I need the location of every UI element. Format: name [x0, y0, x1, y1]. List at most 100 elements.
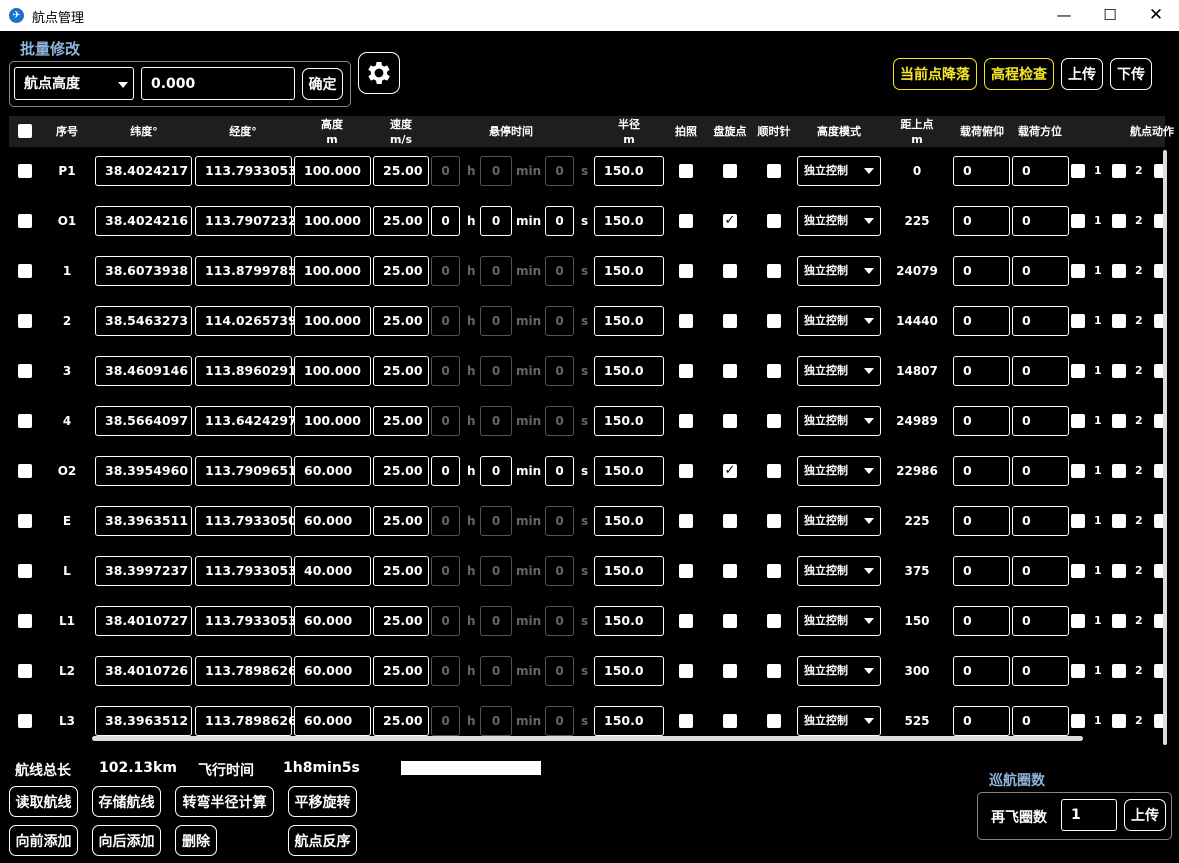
altitude-input[interactable]: 60.000	[294, 456, 371, 486]
payload-azimuth-input[interactable]: 0	[1012, 706, 1069, 736]
speed-input[interactable]: 25.00	[373, 456, 429, 486]
photo-checkbox[interactable]	[679, 664, 693, 678]
cruise-upload-button[interactable]: 上传	[1124, 799, 1166, 831]
speed-input[interactable]: 25.00	[373, 256, 429, 286]
action-1-checkbox[interactable]	[1071, 714, 1085, 728]
maximize-icon[interactable]: ☐	[1087, 0, 1133, 31]
photo-checkbox[interactable]	[679, 614, 693, 628]
latitude-input[interactable]: 38.4609146	[95, 356, 192, 386]
orbit-checkbox[interactable]: ✓	[723, 214, 737, 228]
radius-input[interactable]: 150.0	[594, 256, 664, 286]
clockwise-checkbox[interactable]	[767, 314, 781, 328]
payload-azimuth-input[interactable]: 0	[1012, 606, 1069, 636]
minimize-icon[interactable]: —	[1041, 0, 1087, 31]
hover-minutes-input[interactable]: 0	[480, 256, 512, 286]
radius-input[interactable]: 150.0	[594, 706, 664, 736]
radius-input[interactable]: 150.0	[594, 606, 664, 636]
action-2-checkbox[interactable]	[1112, 314, 1126, 328]
hover-minutes-input[interactable]: 0	[480, 356, 512, 386]
hover-hours-input[interactable]: 0	[431, 506, 460, 536]
longitude-input[interactable]: 113.7933053	[195, 606, 297, 636]
altitude-mode-select[interactable]: 独立控制	[797, 456, 881, 486]
clockwise-checkbox[interactable]	[767, 514, 781, 528]
hover-hours-input[interactable]: 0	[431, 206, 460, 236]
action-2-checkbox[interactable]	[1112, 564, 1126, 578]
payload-azimuth-input[interactable]: 0	[1012, 556, 1069, 586]
altitude-input[interactable]: 100.000	[294, 156, 371, 186]
photo-checkbox[interactable]	[679, 364, 693, 378]
radius-input[interactable]: 150.0	[594, 656, 664, 686]
longitude-input[interactable]: 114.0265739	[195, 306, 297, 336]
clockwise-checkbox[interactable]	[767, 464, 781, 478]
radius-input[interactable]: 150.0	[594, 506, 664, 536]
photo-checkbox[interactable]	[679, 214, 693, 228]
latitude-input[interactable]: 38.3954960	[95, 456, 192, 486]
action-1-checkbox[interactable]	[1071, 514, 1085, 528]
payload-azimuth-input[interactable]: 0	[1012, 156, 1069, 186]
photo-checkbox[interactable]	[679, 564, 693, 578]
translate-rotate-button[interactable]: 平移旋转	[288, 786, 357, 817]
longitude-input[interactable]: 113.7933053	[195, 556, 297, 586]
altitude-mode-select[interactable]: 独立控制	[797, 206, 881, 236]
hover-minutes-input[interactable]: 0	[480, 656, 512, 686]
altitude-input[interactable]: 60.000	[294, 656, 371, 686]
action-2-checkbox[interactable]	[1112, 214, 1126, 228]
speed-input[interactable]: 25.00	[373, 656, 429, 686]
payload-pitch-input[interactable]: 0	[953, 406, 1010, 436]
latitude-input[interactable]: 38.3963512	[95, 706, 192, 736]
hover-hours-input[interactable]: 0	[431, 406, 460, 436]
longitude-input[interactable]: 113.8960291	[195, 356, 297, 386]
read-route-button[interactable]: 读取航线	[9, 786, 78, 817]
latitude-input[interactable]: 38.5664097	[95, 406, 192, 436]
orbit-checkbox[interactable]	[723, 514, 737, 528]
orbit-checkbox[interactable]: ✓	[723, 464, 737, 478]
longitude-input[interactable]: 113.7933050	[195, 506, 297, 536]
hover-minutes-input[interactable]: 0	[480, 406, 512, 436]
hover-seconds-input[interactable]: 0	[545, 356, 574, 386]
orbit-checkbox[interactable]	[723, 264, 737, 278]
longitude-input[interactable]: 113.8799785	[195, 256, 297, 286]
radius-input[interactable]: 150.0	[594, 456, 664, 486]
row-select-checkbox[interactable]	[18, 564, 32, 578]
clockwise-checkbox[interactable]	[767, 214, 781, 228]
radius-input[interactable]: 150.0	[594, 156, 664, 186]
hover-minutes-input[interactable]: 0	[480, 456, 512, 486]
hover-hours-input[interactable]: 0	[431, 356, 460, 386]
hover-hours-input[interactable]: 0	[431, 156, 460, 186]
action-2-checkbox[interactable]	[1112, 264, 1126, 278]
action-1-checkbox[interactable]	[1071, 264, 1085, 278]
orbit-checkbox[interactable]	[723, 164, 737, 178]
settings-button[interactable]	[358, 52, 400, 94]
latitude-input[interactable]: 38.3963511	[95, 506, 192, 536]
hover-seconds-input[interactable]: 0	[545, 306, 574, 336]
action-1-checkbox[interactable]	[1071, 664, 1085, 678]
latitude-input[interactable]: 38.6073938	[95, 256, 192, 286]
latitude-input[interactable]: 38.3997237	[95, 556, 192, 586]
action-2-checkbox[interactable]	[1112, 514, 1126, 528]
payload-azimuth-input[interactable]: 0	[1012, 506, 1069, 536]
horizontal-scrollbar[interactable]	[92, 736, 1083, 741]
hover-seconds-input[interactable]: 0	[545, 456, 574, 486]
row-select-checkbox[interactable]	[18, 414, 32, 428]
photo-checkbox[interactable]	[679, 264, 693, 278]
latitude-input[interactable]: 38.4010727	[95, 606, 192, 636]
altitude-input[interactable]: 100.000	[294, 406, 371, 436]
longitude-input[interactable]: 113.6424297	[195, 406, 297, 436]
row-select-checkbox[interactable]	[18, 214, 32, 228]
action-2-checkbox[interactable]	[1112, 714, 1126, 728]
radius-input[interactable]: 150.0	[594, 306, 664, 336]
speed-input[interactable]: 25.00	[373, 406, 429, 436]
altitude-mode-select[interactable]: 独立控制	[797, 356, 881, 386]
loops-input[interactable]: 1	[1061, 799, 1117, 831]
hover-seconds-input[interactable]: 0	[545, 656, 574, 686]
row-select-checkbox[interactable]	[18, 664, 32, 678]
clockwise-checkbox[interactable]	[767, 264, 781, 278]
payload-azimuth-input[interactable]: 0	[1012, 406, 1069, 436]
photo-checkbox[interactable]	[679, 164, 693, 178]
clockwise-checkbox[interactable]	[767, 614, 781, 628]
speed-input[interactable]: 25.00	[373, 206, 429, 236]
save-route-button[interactable]: 存储航线	[92, 786, 161, 817]
payload-pitch-input[interactable]: 0	[953, 256, 1010, 286]
altitude-input[interactable]: 100.000	[294, 206, 371, 236]
download-button[interactable]: 下传	[1110, 58, 1152, 90]
